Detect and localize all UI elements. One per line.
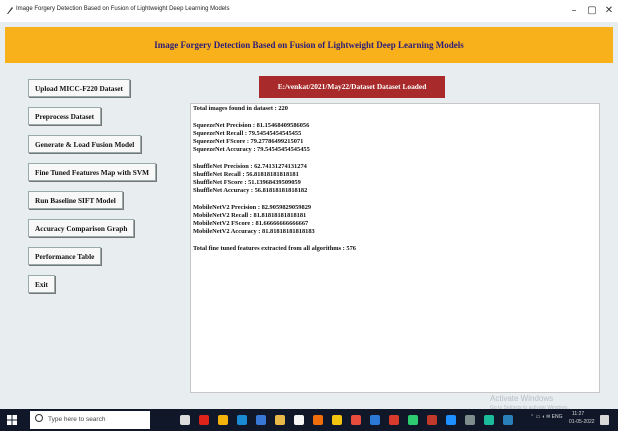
generate-fusion-model-button[interactable]: Generate & Load Fusion Model	[28, 135, 142, 153]
app-client-area: Image Forgery Detection Based on Fusion …	[0, 22, 618, 411]
title-bar: Image Forgery Detection Based on Fusion …	[0, 0, 618, 22]
system-tray-icons[interactable]: ⌃ ▭ ◖ ✉ ENG	[530, 414, 563, 420]
output-line: ShuffleNet Precision : 62.74131274131274	[193, 163, 307, 170]
output-line: MobileNetV2 FScore : 81.66666666666667	[193, 220, 309, 227]
header-banner: Image Forgery Detection Based on Fusion …	[5, 27, 613, 63]
output-line: SqueezeNet FScore : 79.27786499215071	[193, 138, 304, 145]
windows-start-icon[interactable]	[7, 415, 17, 425]
app-icon[interactable]	[446, 415, 456, 425]
clock-date[interactable]: 01-05-2022	[569, 419, 595, 425]
run-sift-button[interactable]: Run Baseline SIFT Model	[28, 191, 123, 209]
output-line: MobileNetV2 Accuracy : 81.81818181818183	[193, 228, 315, 235]
notification-icon[interactable]	[600, 415, 609, 425]
app-icon[interactable]	[370, 415, 380, 425]
exit-button[interactable]: Exit	[28, 275, 55, 293]
minimize-button[interactable]: –	[566, 3, 582, 19]
maximize-button[interactable]: ▢	[584, 3, 600, 19]
output-line: MobileNetV2 Recall : 81.81818181818181	[193, 212, 307, 219]
output-line: ShuffleNet Recall : 56.81818181818181	[193, 171, 299, 178]
chrome-icon[interactable]	[218, 415, 228, 425]
search-icon	[35, 414, 43, 422]
app-icon[interactable]	[294, 415, 304, 425]
files-icon[interactable]	[275, 415, 285, 425]
clock-time[interactable]: 11:27	[572, 411, 584, 417]
output-line: SqueezeNet Recall : 79.54545454545455	[193, 130, 302, 137]
taskbar: Type here to search ⌃ ▭ ◖ ✉ ENG 11:27 01…	[0, 409, 618, 431]
window-title: Image Forgery Detection Based on Fusion …	[16, 6, 230, 12]
close-button[interactable]: ✕	[601, 3, 617, 19]
accuracy-graph-button[interactable]: Accuracy Comparison Graph	[28, 219, 135, 237]
output-line: SqueezeNet Precision : 81.15468409586056	[193, 122, 310, 129]
status-label: E:/venkat/2021/May22/Dataset Dataset Loa…	[259, 76, 445, 98]
taskbar-search-box[interactable]: Type here to search	[30, 411, 150, 429]
output-line: Total images found in dataset : 220	[193, 105, 288, 112]
output-line: ShuffleNet FScore : 51.13968439509059	[193, 179, 301, 186]
app-icon[interactable]	[503, 415, 513, 425]
app-icon[interactable]	[313, 415, 323, 425]
fine-tuned-svm-button[interactable]: Fine Tuned Features Map with SVM	[28, 163, 156, 181]
activation-watermark-title: Activate Windows	[490, 394, 554, 403]
app-icon[interactable]	[351, 415, 361, 425]
app-icon[interactable]	[408, 415, 418, 425]
app-icon[interactable]	[427, 415, 437, 425]
output-text-area[interactable]: Total images found in dataset : 220 Sque…	[190, 103, 600, 393]
output-line: SqueezeNet Accuracy : 79.54545454545455	[193, 146, 310, 153]
app-icon[interactable]	[465, 415, 475, 425]
preprocess-dataset-button[interactable]: Preprocess Dataset	[28, 107, 102, 125]
app-icon[interactable]	[332, 415, 342, 425]
output-line: MobileNetV2 Precision : 82.9059829059829	[193, 204, 312, 211]
output-line: Total fine tuned features extracted from…	[193, 245, 356, 252]
page-title: Image Forgery Detection Based on Fusion …	[154, 40, 464, 50]
task-view-icon[interactable]	[180, 415, 190, 425]
edge-icon[interactable]	[237, 415, 247, 425]
search-placeholder: Type here to search	[48, 416, 106, 423]
app-icon[interactable]	[484, 415, 494, 425]
opera-icon[interactable]	[199, 415, 209, 425]
upload-dataset-button[interactable]: Upload MICC-F220 Dataset	[28, 79, 130, 97]
output-line: ShuffleNet Accuracy : 56.81818181818182	[193, 187, 308, 194]
performance-table-button[interactable]: Performance Table	[28, 247, 102, 265]
feather-app-icon	[7, 7, 13, 14]
store-icon[interactable]	[256, 415, 266, 425]
app-icon[interactable]	[389, 415, 399, 425]
